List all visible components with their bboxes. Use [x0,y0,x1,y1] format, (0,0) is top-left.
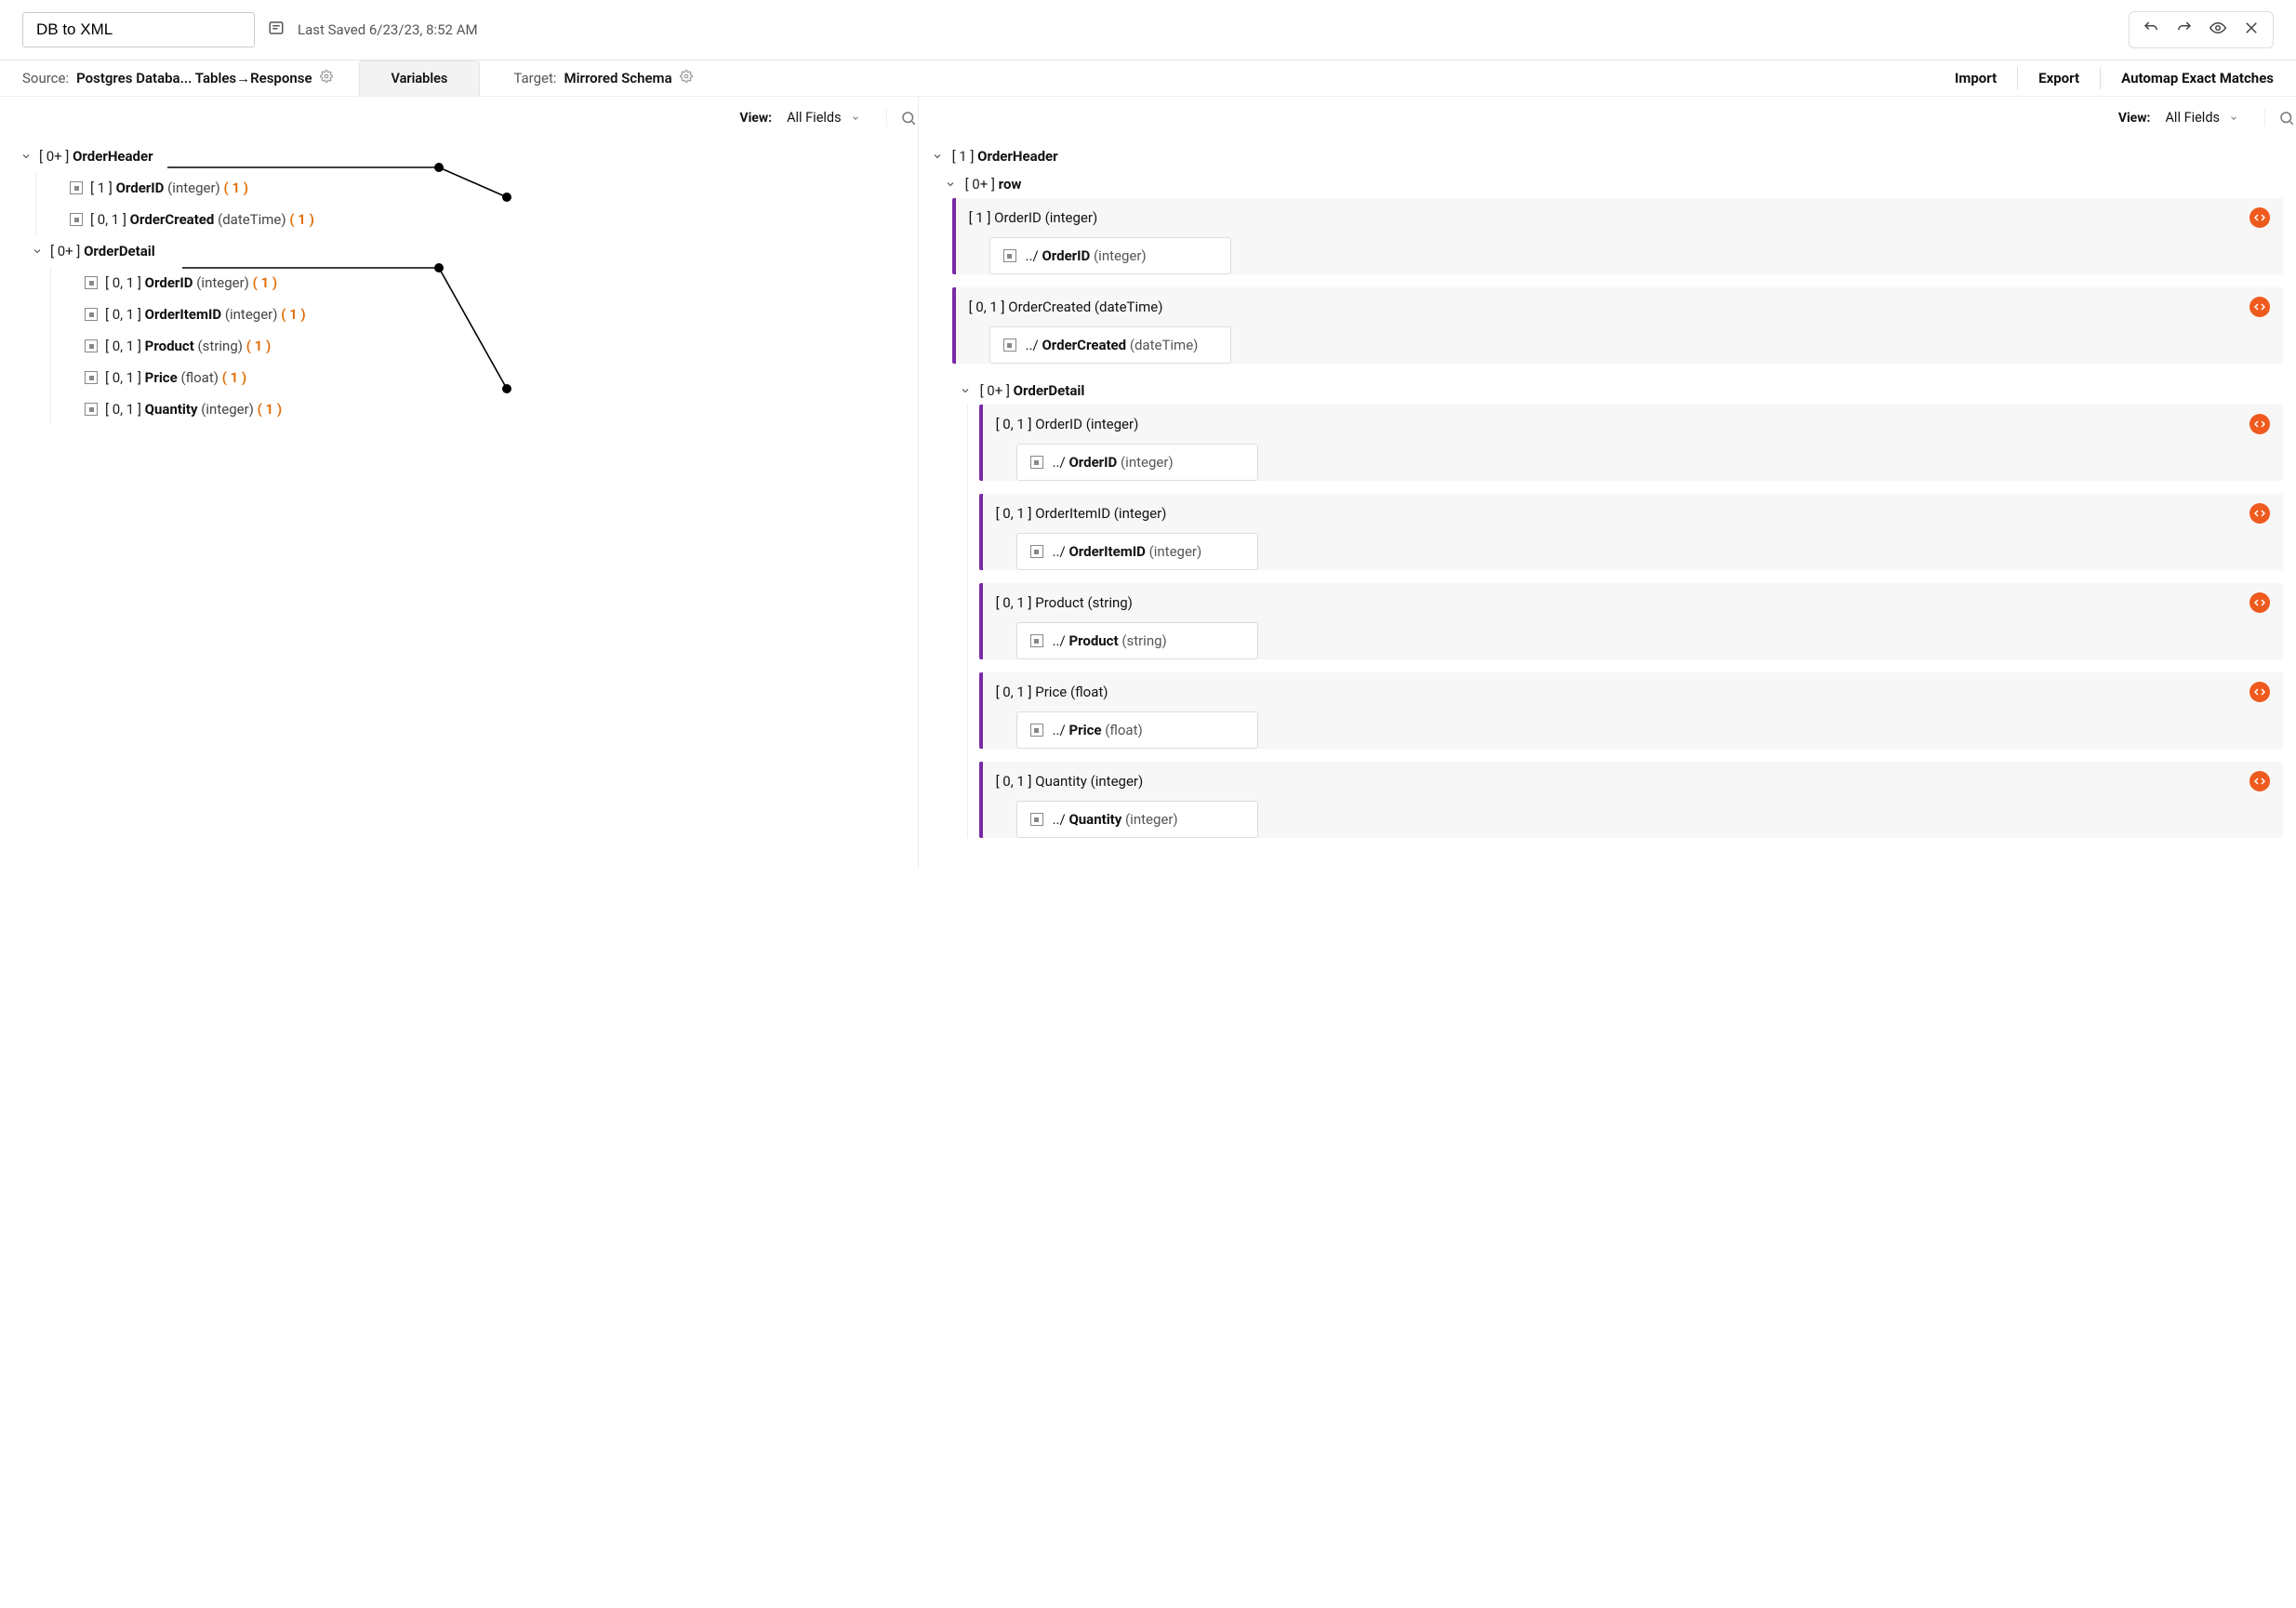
cardinality: [ 0+ ] [39,148,69,165]
mapping-source-box[interactable]: ../ OrderID (integer) [1016,444,1258,481]
mapping-source-box[interactable]: ../ Price (float) [1016,711,1258,749]
chevron-down-icon [20,151,32,162]
source-header: Source: Postgres Databa... Tables→Respon… [0,60,355,96]
src-node-detail-orderitemid[interactable]: [ 0, 1 ] OrderItemID (integer) ( 1 ) [81,299,910,330]
code-icon[interactable] [2250,414,2270,434]
field-icon [1030,634,1043,647]
field-icon [1003,249,1016,262]
src-node-orderheader[interactable]: [ 0+ ] OrderHeader [17,140,910,172]
field-icon [85,276,98,289]
code-icon[interactable] [2250,207,2270,228]
source-tree: [ 0+ ] OrderHeader [ 1 ] OrderID (intege… [0,135,918,444]
chevron-down-icon [945,179,956,190]
tgt-node-orderdetail[interactable]: [ 0+ ] OrderDetail [928,377,2283,405]
search-icon[interactable] [2264,110,2281,126]
mapping-title-input[interactable] [22,12,255,47]
gear-icon[interactable] [680,70,693,86]
search-icon[interactable] [886,110,903,126]
automap-button[interactable]: Automap Exact Matches [2121,70,2274,86]
src-node-orderdetail[interactable]: [ 0+ ] OrderDetail [17,235,910,267]
top-actions [2129,11,2274,48]
target-label: Target: [513,70,556,86]
field-icon [1030,545,1043,558]
source-panel: View: All Fields [ 0+ ] OrderHeader [ 1 … [0,97,919,870]
chevron-down-icon [932,151,943,162]
chevron-down-icon [2229,113,2238,123]
mapping-source-box[interactable]: ../ OrderID (integer) [989,237,1231,274]
field-icon [1030,813,1043,826]
field-icon [70,181,83,194]
source-view-dropdown[interactable]: All Fields [781,106,866,129]
target-tree: [ 1 ] OrderHeader [ 0+ ] row [ 1 ] Order… [919,135,2296,870]
src-node-orderid[interactable]: [ 1 ] OrderID (integer) ( 1 ) [66,172,910,204]
redo-icon[interactable] [2176,20,2193,40]
field-icon [85,371,98,384]
top-bar: Last Saved 6/23/23, 8:52 AM [0,0,2296,60]
field-icon [1003,339,1016,352]
chevron-down-icon [32,246,43,257]
tgt-node-orderheader[interactable]: [ 1 ] OrderHeader [928,142,2283,170]
src-node-detail-orderid[interactable]: [ 0, 1 ] OrderID (integer) ( 1 ) [81,267,910,299]
source-value[interactable]: Postgres Databa... Tables→Response [76,70,312,86]
notes-icon[interactable] [268,20,285,40]
gear-icon[interactable] [320,70,333,86]
secondary-toolbar: Source: Postgres Databa... Tables→Respon… [0,60,2296,97]
undo-icon[interactable] [2143,20,2159,40]
mapping-source-box[interactable]: ../ Quantity (integer) [1016,801,1258,838]
src-node-ordercreated[interactable]: [ 0, 1 ] OrderCreated (dateTime) ( 1 ) [66,204,910,235]
src-node-detail-price[interactable]: [ 0, 1 ] Price (float) ( 1 ) [81,362,910,393]
code-icon[interactable] [2250,503,2270,524]
tgt-card-detail-product[interactable]: [ 0, 1 ] Product (string) ../ Product (s… [979,583,2283,659]
chevron-down-icon [960,385,971,396]
field-icon [70,213,83,226]
field-icon [1030,724,1043,737]
src-node-detail-product[interactable]: [ 0, 1 ] Product (string) ( 1 ) [81,330,910,362]
tgt-card-ordercreated[interactable]: [ 0, 1 ] OrderCreated (dateTime) ../ Ord… [952,287,2283,364]
target-value[interactable]: Mirrored Schema [564,70,672,86]
tgt-card-detail-orderid[interactable]: [ 0, 1 ] OrderID (integer) ../ OrderID (… [979,405,2283,481]
tab-variables[interactable]: Variables [359,60,481,96]
target-view-value: All Fields [2165,110,2220,126]
tgt-node-row[interactable]: [ 0+ ] row [928,170,2283,198]
code-icon[interactable] [2250,592,2270,613]
field-icon [85,308,98,321]
mapping-source-box[interactable]: ../ OrderCreated (dateTime) [989,326,1231,364]
tgt-card-detail-orderitemid[interactable]: [ 0, 1 ] OrderItemID (integer) ../ Order… [979,494,2283,570]
target-view-dropdown[interactable]: All Fields [2159,106,2244,129]
panels: View: All Fields [ 0+ ] OrderHeader [ 1 … [0,97,2296,870]
field-icon [1030,456,1043,469]
close-icon[interactable] [2243,20,2260,40]
toolbar-right-actions: Import Export Automap Exact Matches [1955,67,2296,89]
target-panel: View: All Fields [ 1 ] OrderHeader [ 0+ … [919,97,2296,870]
code-icon[interactable] [2250,297,2270,317]
field-icon [85,403,98,416]
last-saved-text: Last Saved 6/23/23, 8:52 AM [298,21,478,38]
tgt-card-detail-price[interactable]: [ 0, 1 ] Price (float) ../ Price (float) [979,672,2283,749]
target-header: Target: Mirrored Schema [480,60,1955,96]
mapping-source-box[interactable]: ../ OrderItemID (integer) [1016,533,1258,570]
tgt-card-detail-quantity[interactable]: [ 0, 1 ] Quantity (integer) ../ Quantity… [979,762,2283,838]
field-icon [85,339,98,352]
src-node-detail-quantity[interactable]: [ 0, 1 ] Quantity (integer) ( 1 ) [81,393,910,425]
target-view-label: View: [2118,111,2151,126]
field-name: OrderHeader [73,148,153,165]
mapping-source-box[interactable]: ../ Product (string) [1016,622,1258,659]
code-icon[interactable] [2250,771,2270,791]
chevron-down-icon [851,113,860,123]
preview-icon[interactable] [2210,20,2226,40]
source-view-label: View: [739,111,772,126]
code-icon[interactable] [2250,682,2270,702]
source-label: Source: [22,70,69,86]
export-button[interactable]: Export [2038,70,2079,86]
source-view-value: All Fields [787,110,842,126]
import-button[interactable]: Import [1955,70,1997,86]
tgt-card-orderid[interactable]: [ 1 ] OrderID (integer) ../ OrderID (int… [952,198,2283,274]
